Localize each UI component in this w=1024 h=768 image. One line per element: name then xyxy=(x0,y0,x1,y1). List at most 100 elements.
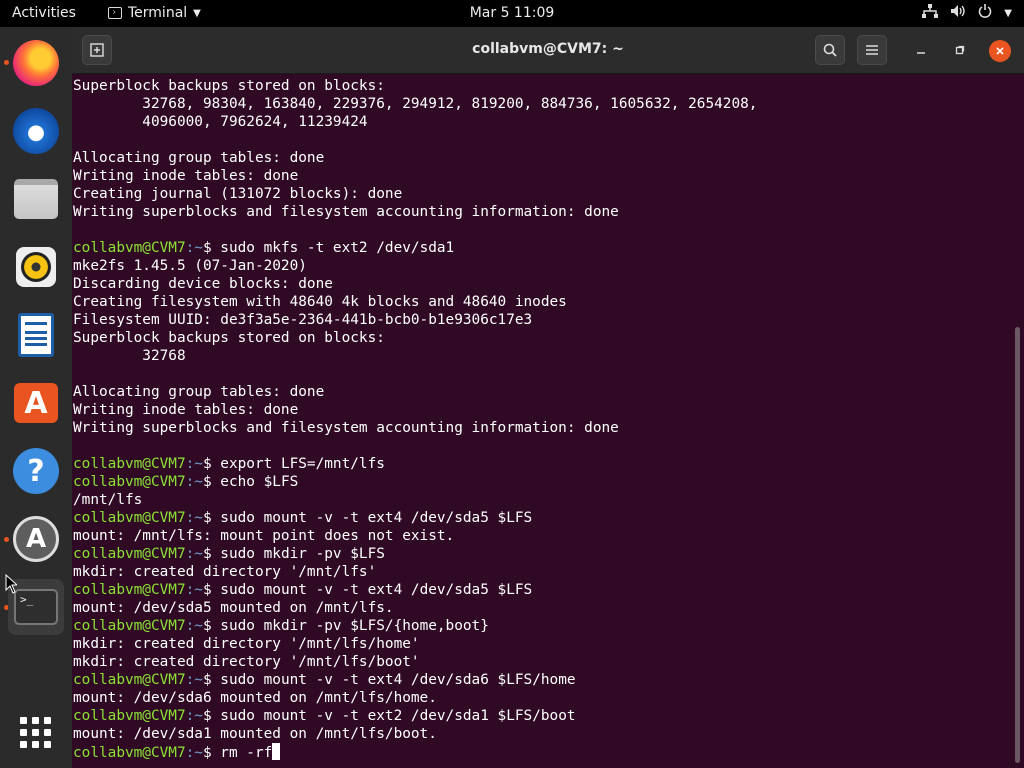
prompt-symbol: $ xyxy=(202,582,221,598)
output-line: mkdir: created directory '/mnt/lfs' xyxy=(73,563,1013,581)
activities-button[interactable]: Activities xyxy=(12,5,76,21)
output-text: 32768 xyxy=(73,348,186,364)
header-bar[interactable]: collabvm@CVM7: ~ xyxy=(72,27,1024,74)
rhythmbox-launcher[interactable] xyxy=(8,239,64,295)
clock[interactable]: Mar 5 11:09 xyxy=(470,5,555,21)
mouse-pointer-icon xyxy=(5,574,17,594)
output-line: mount: /dev/sda1 mounted on /mnt/lfs/boo… xyxy=(73,725,1013,743)
prompt-path: :~ xyxy=(185,240,203,256)
command-line: collabvm@CVM7:~$ echo $LFS xyxy=(73,473,1013,491)
maximize-button[interactable] xyxy=(950,40,970,60)
search-button[interactable] xyxy=(815,35,845,65)
output-text: mount: /dev/sda5 mounted on /mnt/lfs. xyxy=(73,600,394,616)
app-menu[interactable]: Terminal ▼ xyxy=(108,5,201,21)
software-updater-launcher[interactable]: A xyxy=(8,511,64,567)
new-tab-icon xyxy=(90,43,104,57)
output-line: Writing superblocks and filesystem accou… xyxy=(73,203,1013,221)
prompt-path: :~ xyxy=(185,456,203,472)
prompt-user: collabvm@CVM7 xyxy=(73,708,186,724)
prompt-user: collabvm@CVM7 xyxy=(73,510,186,526)
output-line: Superblock backups stored on blocks: xyxy=(73,77,1013,95)
command-text: sudo mkfs -t ext2 /dev/sda1 xyxy=(220,240,455,256)
prompt-symbol: $ xyxy=(202,708,221,724)
terminal-output[interactable]: Superblock backups stored on blocks: 327… xyxy=(73,77,1013,767)
show-applications-button[interactable] xyxy=(8,705,64,761)
output-text: mkdir: created directory '/mnt/lfs/boot' xyxy=(73,654,420,670)
prompt-symbol: $ xyxy=(202,672,221,688)
output-line: Filesystem UUID: de3f3a5e-2364-441b-bcb0… xyxy=(73,311,1013,329)
search-icon xyxy=(823,43,837,57)
output-line: Writing inode tables: done xyxy=(73,167,1013,185)
output-line: Allocating group tables: done xyxy=(73,383,1013,401)
app-menu-label: Terminal xyxy=(128,5,188,21)
command-text: sudo mkdir -pv $LFS/{home,boot} xyxy=(220,618,489,634)
command-text: sudo mount -v -t ext4 /dev/sda5 $LFS xyxy=(220,582,533,598)
output-text: Superblock backups stored on blocks: xyxy=(73,330,385,346)
prompt-path: :~ xyxy=(185,618,203,634)
command-text: sudo mount -v -t ext4 /dev/sda6 $LFS/hom… xyxy=(220,672,576,688)
close-button[interactable] xyxy=(989,40,1011,62)
output-line: 4096000, 7962624, 11239424 xyxy=(73,113,1013,131)
output-text: Creating filesystem with 48640 4k blocks… xyxy=(73,294,567,310)
prompt-path: :~ xyxy=(185,474,203,490)
minimize-button[interactable] xyxy=(911,40,931,60)
output-line: 32768, 98304, 163840, 229376, 294912, 81… xyxy=(73,95,1013,113)
prompt-symbol: $ xyxy=(202,474,221,490)
output-text: Writing inode tables: done xyxy=(73,168,299,184)
power-icon[interactable] xyxy=(978,4,992,22)
command-text: sudo mount -v -t ext2 /dev/sda1 $LFS/boo… xyxy=(220,708,576,724)
dock: A ? A >_ xyxy=(0,27,72,768)
command-line: collabvm@CVM7:~$ sudo mkdir -pv $LFS xyxy=(73,545,1013,563)
command-line: collabvm@CVM7:~$ sudo mount -v -t ext4 /… xyxy=(73,671,1013,689)
prompt-symbol: $ xyxy=(202,240,221,256)
prompt-path: :~ xyxy=(185,672,203,688)
command-line: collabvm@CVM7:~$ sudo mount -v -t ext2 /… xyxy=(73,707,1013,725)
writer-launcher[interactable] xyxy=(8,307,64,363)
output-text: /mnt/lfs xyxy=(73,492,143,508)
prompt-user: collabvm@CVM7 xyxy=(73,672,186,688)
firefox-icon xyxy=(13,40,59,86)
prompt-symbol: $ xyxy=(202,510,221,526)
output-text: mount: /dev/sda6 mounted on /mnt/lfs/hom… xyxy=(73,690,437,706)
volume-icon[interactable] xyxy=(950,4,966,22)
restore-icon xyxy=(955,45,965,55)
prompt-user: collabvm@CVM7 xyxy=(73,546,186,562)
caret-down-icon[interactable]: ▼ xyxy=(1004,8,1012,19)
new-tab-button[interactable] xyxy=(82,35,112,65)
prompt-user: collabvm@CVM7 xyxy=(73,240,186,256)
prompt-symbol: $ xyxy=(202,618,221,634)
output-text: mke2fs 1.45.5 (07-Jan-2020) xyxy=(73,258,307,274)
caret-down-icon: ▼ xyxy=(193,7,201,19)
prompt-symbol: $ xyxy=(202,745,221,761)
output-line: mke2fs 1.45.5 (07-Jan-2020) xyxy=(73,257,1013,275)
prompt-symbol: $ xyxy=(202,546,221,562)
scrollbar[interactable] xyxy=(1015,327,1020,763)
minimize-icon xyxy=(917,52,925,54)
files-launcher[interactable] xyxy=(8,171,64,227)
prompt-user: collabvm@CVM7 xyxy=(73,745,186,761)
text-cursor xyxy=(272,743,281,760)
help-launcher[interactable]: ? xyxy=(8,443,64,499)
output-text: 4096000, 7962624, 11239424 xyxy=(73,114,368,130)
output-line: Creating journal (131072 blocks): done xyxy=(73,185,1013,203)
output-text: Discarding device blocks: done xyxy=(73,276,333,292)
command-text: export LFS=/mnt/lfs xyxy=(220,456,385,472)
prompt-user: collabvm@CVM7 xyxy=(73,474,186,490)
software-launcher[interactable]: A xyxy=(8,375,64,431)
thunderbird-launcher[interactable] xyxy=(8,103,64,159)
rhythmbox-icon xyxy=(16,247,56,287)
command-text: sudo mkdir -pv $LFS xyxy=(220,546,385,562)
menu-button[interactable] xyxy=(857,35,887,65)
firefox-launcher[interactable] xyxy=(8,35,64,91)
hamburger-menu-icon xyxy=(866,45,878,55)
command-line: collabvm@CVM7:~$ export LFS=/mnt/lfs xyxy=(73,455,1013,473)
output-text: Writing inode tables: done xyxy=(73,402,299,418)
output-text: Superblock backups stored on blocks: xyxy=(73,78,385,94)
network-icon[interactable] xyxy=(922,4,939,22)
output-line: Allocating group tables: done xyxy=(73,149,1013,167)
system-tray[interactable]: ▼ xyxy=(922,4,1012,22)
prompt-path: :~ xyxy=(185,546,203,562)
